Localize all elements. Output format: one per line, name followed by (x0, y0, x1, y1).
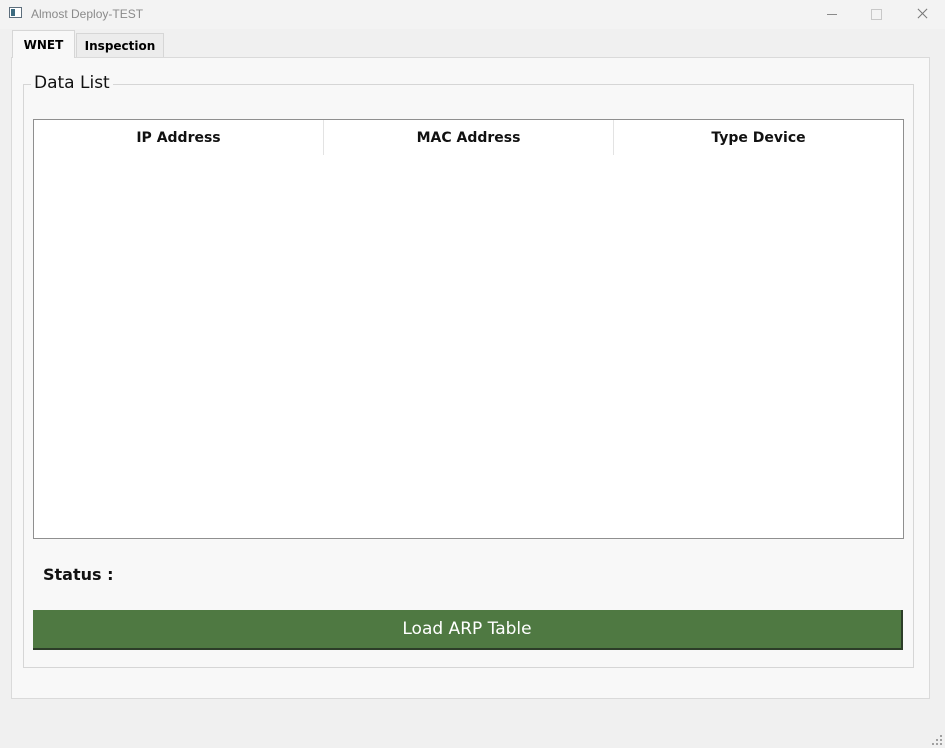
table-body[interactable] (34, 155, 903, 538)
arp-table[interactable]: IP Address MAC Address Type Device (33, 119, 904, 539)
status-label: Status : (43, 565, 114, 584)
app-window: Almost Deploy-TEST WNET Inspection Data … (0, 0, 945, 748)
minimize-button[interactable] (808, 0, 854, 29)
window-title: Almost Deploy-TEST (31, 7, 144, 21)
tab-inspection[interactable]: Inspection (76, 33, 164, 57)
status-label-text: Status : (43, 565, 114, 584)
tab-wnet[interactable]: WNET (12, 30, 75, 58)
table-header: IP Address MAC Address Type Device (34, 120, 903, 155)
close-button[interactable] (899, 0, 945, 29)
app-window-icon (9, 7, 22, 18)
column-header-mac-address[interactable]: MAC Address (324, 120, 614, 155)
maximize-button[interactable] (853, 0, 899, 29)
column-header-type-device[interactable]: Type Device (614, 120, 903, 155)
load-arp-table-button[interactable]: Load ARP Table (33, 610, 903, 650)
title-bar[interactable]: Almost Deploy-TEST (0, 0, 945, 29)
column-header-ip-address[interactable]: IP Address (34, 120, 324, 155)
resize-grip-icon[interactable] (932, 735, 942, 745)
data-list-title: Data List (31, 73, 113, 93)
